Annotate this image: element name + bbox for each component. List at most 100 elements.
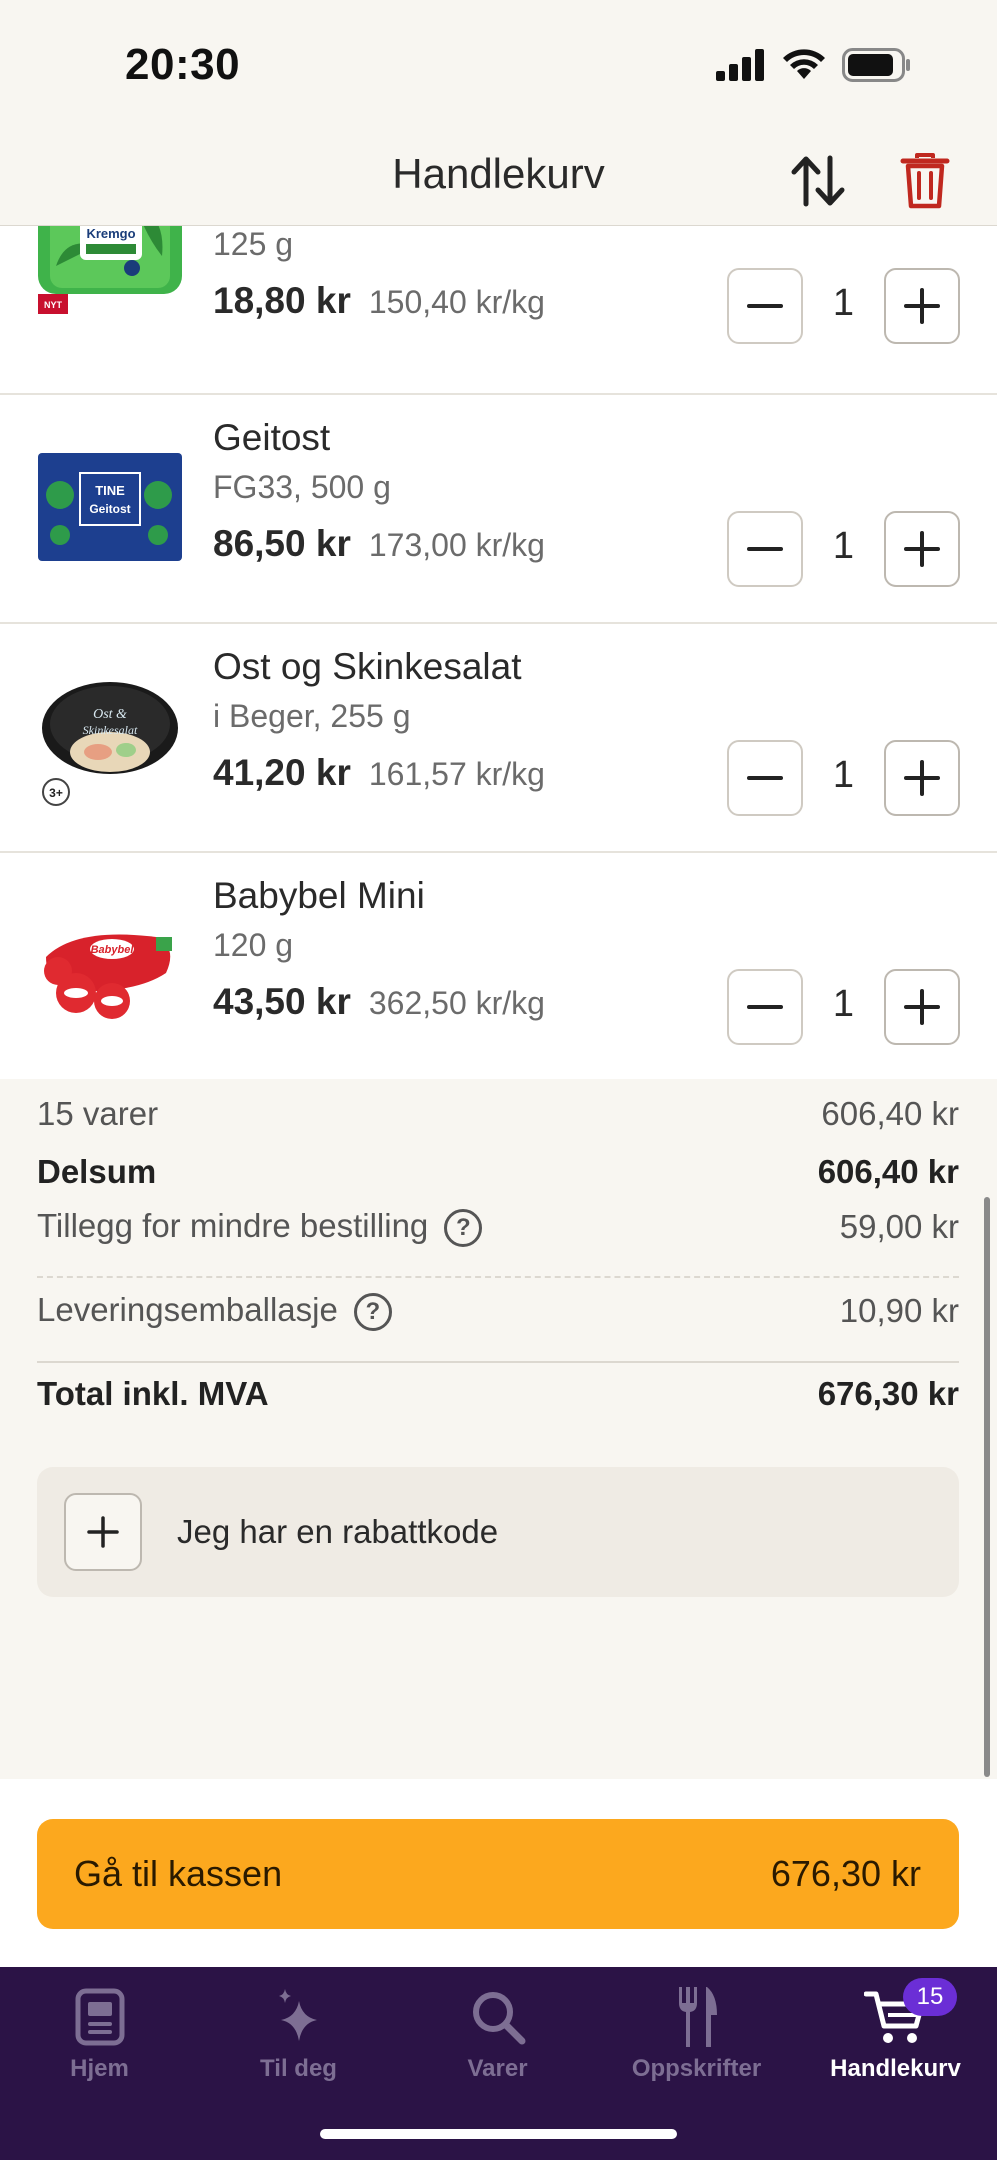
decrease-quantity-button[interactable] (727, 268, 803, 344)
decrease-quantity-button[interactable] (727, 969, 803, 1045)
subtotal-value: 606,40 kr (817, 1153, 959, 1190)
promo-code-row[interactable]: Jeg har en rabattkode (37, 1467, 959, 1597)
small-order-fee-row: Tillegg for mindre bestilling? 59,00 kr (37, 1207, 959, 1248)
tab-til-deg-icon-wrap (199, 1981, 398, 2053)
summary-items-row: 15 varer 606,40 kr (37, 1095, 959, 1133)
unit-price: 150,40 kr/kg (368, 284, 545, 320)
tab-home[interactable]: Hjem (0, 1967, 199, 2087)
price-value: 41,20 kr (213, 752, 351, 793)
quantity-value: 1 (832, 983, 855, 1025)
sort-button[interactable] (785, 148, 851, 214)
cart-item[interactable]: TINE Kremgo NYT 125 g 18,80 kr 150,40 kr/… (0, 226, 997, 395)
help-icon[interactable]: ? (353, 1293, 392, 1332)
product-description: FG33, 500 g (213, 469, 391, 505)
trash-icon (900, 153, 950, 209)
checkout-total: 676,30 kr (770, 1853, 921, 1894)
total-row: Total inkl. MVA 676,30 kr (37, 1375, 959, 1413)
small-order-fee-label-group: Tillegg for mindre bestilling? (37, 1207, 483, 1248)
product-image-kremgo[interactable]: TINE Kremgo NYT (36, 226, 184, 316)
home-icon (75, 1988, 124, 2046)
tab-oppskrifter[interactable]: Oppskrifter (597, 1967, 796, 2087)
tab-handlekurv-icon-wrap (796, 1981, 995, 2053)
svg-text:Ost &: Ost & (93, 707, 127, 722)
increase-quantity-button[interactable] (884, 511, 960, 587)
quantity-value: 1 (832, 282, 855, 324)
product-image-ost-og-skinkesalat[interactable]: Ost & Skinkesalat 3+ (36, 666, 184, 806)
home-indicator[interactable] (320, 2129, 677, 2139)
product-image-geitost[interactable]: TINE Geitost (36, 439, 184, 579)
increase-quantity-button[interactable] (884, 969, 960, 1045)
quantity-stepper: 1 (727, 969, 962, 1045)
tab-label: Varer (467, 2055, 528, 2082)
tab-til-deg[interactable]: Til deg (199, 1967, 398, 2087)
scrollbar[interactable] (984, 1197, 990, 1777)
decrease-quantity-button[interactable] (727, 740, 803, 816)
svg-text:Kremgo: Kremgo (86, 226, 135, 241)
svg-text:Skinkesalat: Skinkesalat (83, 723, 138, 737)
increase-quantity-button[interactable] (884, 268, 960, 344)
plus-icon (904, 760, 940, 796)
product-description: i Beger, 255 g (213, 698, 411, 734)
product-name: Geitost (213, 417, 331, 458)
cart-items-list[interactable]: TINE Kremgo NYT 125 g 18,80 kr 150,40 kr/… (0, 226, 997, 1079)
quantity-value: 1 (832, 525, 855, 567)
total-value: 676,30 kr (817, 1375, 959, 1412)
cellular-signal-icon (716, 49, 764, 81)
price-value: 18,80 kr (213, 280, 351, 321)
tab-oppskrifter-icon-wrap (597, 1981, 796, 2053)
minus-icon (747, 304, 783, 308)
quantity-stepper: 1 (727, 511, 962, 587)
svg-text:NYT: NYT (44, 300, 63, 310)
add-promo-code-button[interactable] (64, 1493, 142, 1571)
product-price: 86,50 kr 173,00 kr/kg (213, 523, 545, 565)
product-price: 18,80 kr 150,40 kr/kg (213, 280, 545, 322)
unit-price: 173,00 kr/kg (368, 527, 545, 563)
decrease-quantity-button[interactable] (727, 511, 803, 587)
cart-item[interactable]: Babybel Babybel Mini 120 g 43,50 kr 362,5… (0, 853, 997, 1079)
svg-text:3+: 3+ (49, 786, 63, 800)
total-label: Total inkl. MVA (37, 1375, 269, 1412)
product-description: 125 g (213, 226, 294, 262)
cart-item[interactable]: Ost & Skinkesalat 3+ Ost og Skinkesalat … (0, 624, 997, 853)
plus-icon (904, 989, 940, 1025)
product-price: 43,50 kr 362,50 kr/kg (213, 981, 545, 1023)
packaging-label: Leveringsemballasje (37, 1291, 338, 1328)
cart-item[interactable]: TINE Geitost Geitost FG33, 500 g 86,50 k… (0, 395, 997, 624)
product-description: 120 g (213, 927, 294, 963)
price-value: 43,50 kr (213, 981, 351, 1022)
tab-home-icon-wrap (0, 1981, 199, 2053)
help-icon[interactable]: ? (444, 1209, 483, 1248)
tab-varer[interactable]: Varer (398, 1967, 597, 2087)
checkout-button[interactable]: Gå til kassen 676,30 kr (37, 1819, 959, 1929)
tab-label: Hjem (70, 2055, 129, 2082)
increase-quantity-button[interactable] (884, 740, 960, 816)
header: Handlekurv (0, 130, 997, 226)
small-order-fee-label: Tillegg for mindre bestilling (37, 1207, 429, 1244)
tab-label: Oppskrifter (631, 2055, 762, 2082)
product-price: 41,20 kr 161,57 kr/kg (213, 752, 545, 794)
packaging-value: 10,90 kr (839, 1292, 959, 1330)
tab-label: Til deg (260, 2055, 337, 2082)
unit-price: 161,57 kr/kg (368, 756, 545, 792)
quantity-value: 1 (832, 754, 855, 796)
minus-icon (747, 547, 783, 551)
order-summary: 15 varer 606,40 kr Delsum 606,40 kr Till… (0, 1079, 997, 1779)
summary-items-value: 606,40 kr (821, 1095, 959, 1132)
product-image-babybel[interactable]: Babybel (36, 897, 184, 1037)
minus-icon (747, 776, 783, 780)
tab-handlekurv[interactable]: Handlekurv (796, 1967, 995, 2087)
delete-cart-button[interactable] (892, 148, 958, 214)
checkout-label: Gå til kassen (74, 1853, 283, 1894)
plus-icon (87, 1516, 119, 1548)
tab-label: Handlekurv (830, 2055, 961, 2082)
svg-text:Babybel: Babybel (91, 944, 135, 956)
status-bar: 20:30 (0, 0, 997, 130)
quantity-stepper: 1 (727, 740, 962, 816)
status-icons (716, 48, 912, 82)
quantity-stepper: 1 (727, 268, 962, 344)
minus-icon (747, 1005, 783, 1009)
tab-varer-icon-wrap (398, 1981, 597, 2053)
price-value: 86,50 kr (213, 523, 351, 564)
wifi-icon (783, 49, 825, 79)
fork-knife-icon (678, 1987, 717, 2047)
